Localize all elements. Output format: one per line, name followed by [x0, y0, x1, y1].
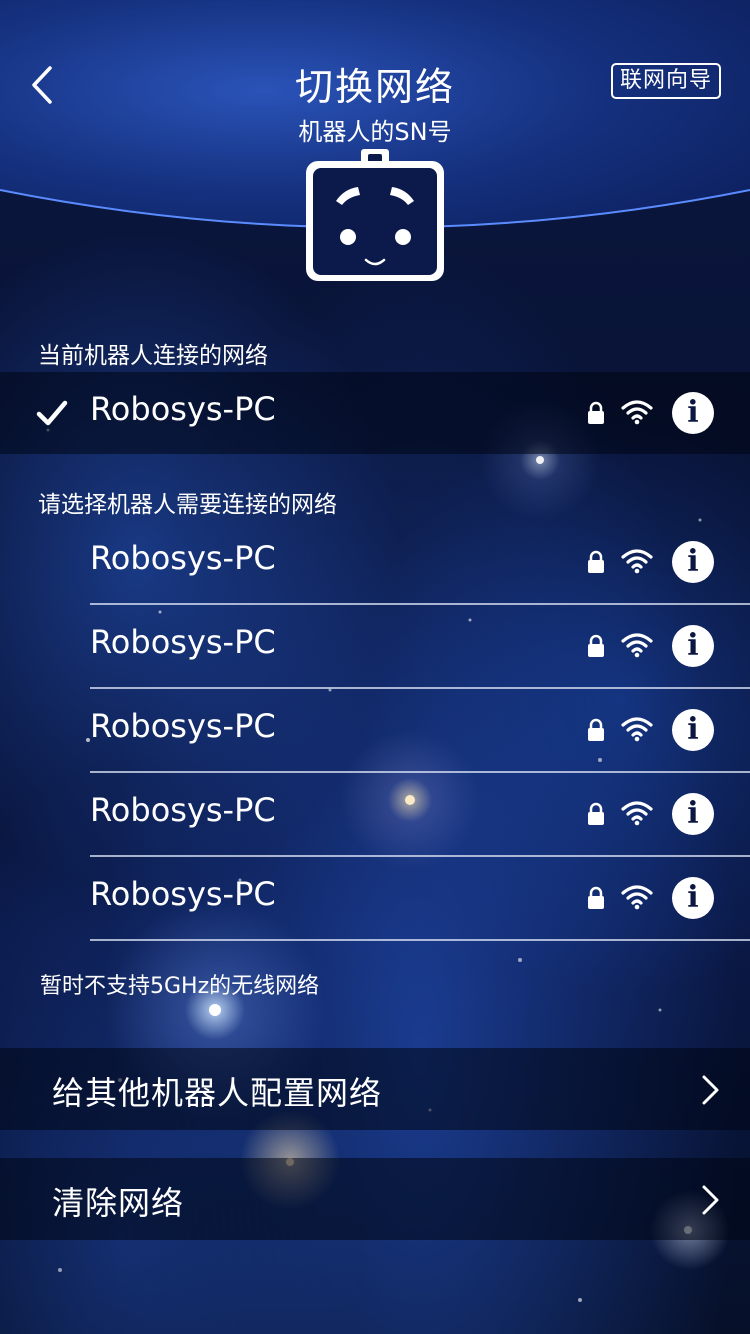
network-ssid: Robosys-PC: [90, 623, 276, 661]
checkmark-icon: [36, 400, 68, 426]
network-guide-button[interactable]: 联网向导: [611, 63, 721, 99]
info-icon[interactable]: i: [672, 877, 714, 919]
lock-icon: [588, 886, 604, 909]
network-row[interactable]: Robosys-PC i: [0, 773, 750, 855]
wifi-icon: [621, 400, 653, 425]
network-row[interactable]: Robosys-PC i: [0, 605, 750, 687]
network-ssid: Robosys-PC: [90, 707, 276, 745]
configure-other-robot-button[interactable]: 给其他机器人配置网络: [0, 1048, 750, 1130]
chevron-right-icon: [702, 1185, 719, 1215]
wifi-icon: [621, 717, 653, 742]
network-ssid: Robosys-PC: [90, 390, 276, 428]
clear-network-button[interactable]: 清除网络: [0, 1158, 750, 1240]
network-row[interactable]: Robosys-PC i: [0, 689, 750, 771]
wifi-icon: [621, 633, 653, 658]
robot-face-icon: [306, 149, 444, 281]
action-label: 给其他机器人配置网络: [52, 1074, 383, 1112]
network-row[interactable]: Robosys-PC i: [0, 521, 750, 603]
5ghz-unsupported-note: 暂时不支持5GHz的无线网络: [40, 974, 320, 999]
action-label: 清除网络: [52, 1184, 185, 1222]
row-divider: [90, 939, 750, 941]
info-icon[interactable]: i: [672, 625, 714, 667]
current-network-row[interactable]: Robosys-PC i: [0, 372, 750, 454]
wifi-icon: [621, 885, 653, 910]
network-row[interactable]: Robosys-PC i: [0, 857, 750, 939]
header: 切换网络 机器人的SN号 联网向导: [0, 0, 750, 281]
network-ssid: Robosys-PC: [90, 875, 276, 913]
network-ssid: Robosys-PC: [90, 539, 276, 577]
available-networks-section-label: 请选择机器人需要连接的网络: [38, 492, 337, 518]
info-icon[interactable]: i: [672, 793, 714, 835]
network-ssid: Robosys-PC: [90, 791, 276, 829]
lock-icon: [588, 634, 604, 657]
info-icon[interactable]: i: [672, 392, 714, 434]
lock-icon: [588, 718, 604, 741]
lock-icon: [588, 550, 604, 573]
lock-icon: [588, 401, 604, 424]
wifi-icon: [621, 801, 653, 826]
lock-icon: [588, 802, 604, 825]
current-network-section-label: 当前机器人连接的网络: [38, 343, 268, 369]
info-icon[interactable]: i: [672, 541, 714, 583]
chevron-right-icon: [702, 1075, 719, 1105]
robot-sn-label: 机器人的SN号: [298, 118, 452, 146]
wifi-icon: [621, 549, 653, 574]
info-icon[interactable]: i: [672, 709, 714, 751]
